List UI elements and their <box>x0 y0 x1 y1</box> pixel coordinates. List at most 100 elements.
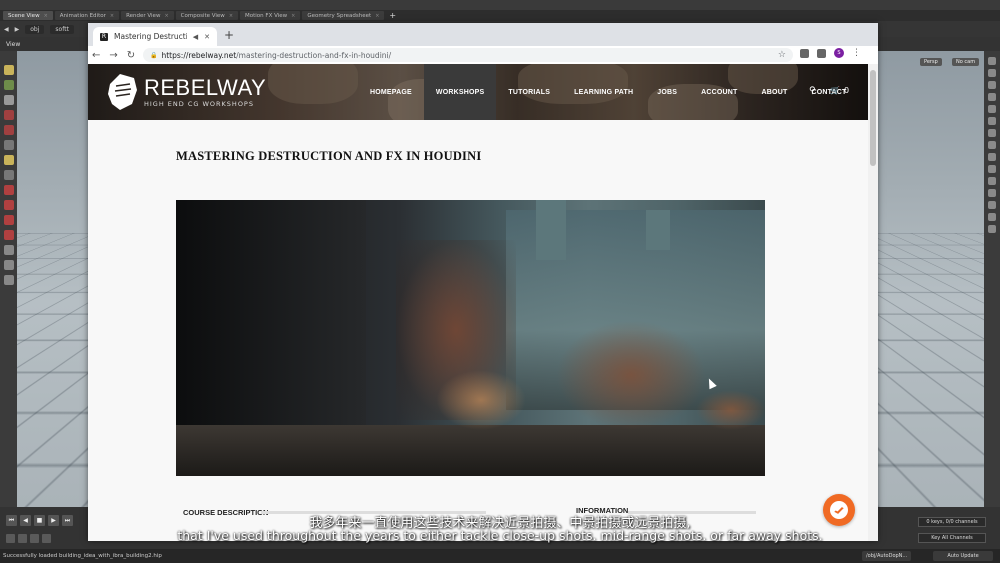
snap-grid-icon[interactable] <box>3 215 14 225</box>
browser-toolbar: ← → ↻ 🔒 https://rebelway.net/mastering-d… <box>88 46 878 64</box>
path-node[interactable]: softt <box>50 24 74 34</box>
status-bar: Successfully loaded building_idea_with_i… <box>0 549 1000 563</box>
course-video[interactable] <box>176 200 765 476</box>
speaker-icon[interactable]: ◀ <box>193 33 198 41</box>
view-label: View <box>6 40 21 48</box>
bookmark-star-icon[interactable]: ☆ <box>778 50 786 60</box>
auto-update-menu[interactable]: Auto Update <box>933 551 993 561</box>
cart-icon: 🛒 <box>830 86 840 95</box>
address-bar[interactable]: 🔒 https://rebelway.net/mastering-destruc… <box>143 48 793 62</box>
network-path-status[interactable]: /obj/AutoDopN... <box>862 551 912 561</box>
tab-animation-editor[interactable]: Animation Editor × <box>54 11 120 20</box>
close-icon[interactable]: × <box>375 13 379 19</box>
camera-menu[interactable]: No cam <box>952 58 980 66</box>
close-icon[interactable]: × <box>229 13 233 19</box>
nav-about[interactable]: ABOUT <box>750 64 800 120</box>
profile-avatar[interactable]: S <box>834 48 844 58</box>
move-tool-icon[interactable] <box>3 95 14 105</box>
video-tower <box>646 210 670 250</box>
tab-render-view[interactable]: Render View × <box>121 11 174 20</box>
scrollbar-thumb[interactable] <box>870 70 876 166</box>
display-option-icon[interactable] <box>988 129 996 137</box>
browser-tab-bar: R Mastering Destruction a ◀ ✕ + <box>88 23 878 46</box>
nav-learning-path[interactable]: LEARNING PATH <box>562 64 645 120</box>
rotate-tool-icon[interactable] <box>3 110 14 120</box>
nav-workshops[interactable]: WORKSHOPS <box>423 64 497 120</box>
close-icon[interactable]: × <box>110 13 114 19</box>
persp-menu[interactable]: Persp <box>920 58 942 66</box>
left-tool-strip <box>0 51 17 507</box>
site-header: REBELWAY HIGH END CG WORKSHOPS HOMEPAGE … <box>88 64 868 120</box>
display-option-icon[interactable] <box>988 81 996 89</box>
magnet-icon[interactable] <box>3 185 14 195</box>
display-option-icon[interactable] <box>988 57 996 65</box>
display-option-icon[interactable] <box>988 201 996 209</box>
display-option-icon[interactable] <box>988 153 996 161</box>
light-icon[interactable] <box>3 275 14 285</box>
favicon-icon: R <box>100 32 108 41</box>
kebab-menu-icon[interactable]: ⋮ <box>852 48 861 58</box>
tab-geometry-spreadsheet[interactable]: Geometry Spreadsheet × <box>302 11 385 20</box>
lock-icon[interactable]: 🔒 <box>150 52 157 59</box>
scale-tool-icon[interactable] <box>3 125 14 135</box>
nav-tutorials[interactable]: TUTORIALS <box>496 64 562 120</box>
display-option-icon[interactable] <box>988 141 996 149</box>
new-tab-button[interactable]: + <box>224 28 234 42</box>
display-option-icon[interactable] <box>988 213 996 221</box>
display-option-icon[interactable] <box>988 189 996 197</box>
camera-icon[interactable] <box>3 260 14 270</box>
nav-homepage[interactable]: HOMEPAGE <box>358 64 424 120</box>
close-icon[interactable]: × <box>44 13 48 19</box>
logo-text-group: REBELWAY HIGH END CG WORKSHOPS <box>144 76 266 108</box>
display-option-icon[interactable] <box>988 165 996 173</box>
tab-composite-view[interactable]: Composite View × <box>175 11 239 20</box>
reload-icon[interactable]: ↻ <box>127 50 135 61</box>
search-icon[interactable]: ⚲ <box>809 86 816 96</box>
display-option-icon[interactable] <box>988 177 996 185</box>
extension-area: S ⋮ <box>800 48 861 58</box>
video-debris <box>556 320 706 430</box>
extension-icon[interactable] <box>817 48 826 58</box>
cart-count: 0 <box>843 86 850 95</box>
display-option-icon[interactable] <box>988 105 996 113</box>
right-tool-strip <box>984 51 1000 507</box>
close-icon[interactable]: × <box>291 13 295 19</box>
nav-account[interactable]: ACCOUNT <box>689 64 749 120</box>
video-debris <box>696 390 765 430</box>
page-title: MASTERING DESTRUCTION AND FX IN HOUDINI <box>176 149 482 163</box>
tab-scene-view[interactable]: Scene View × <box>3 11 53 20</box>
select-tool-icon[interactable] <box>3 65 14 75</box>
brush-tool-icon[interactable] <box>3 155 14 165</box>
extension-shield-icon[interactable] <box>800 48 809 58</box>
display-option-icon[interactable] <box>988 93 996 101</box>
handle-tool-icon[interactable] <box>3 80 14 90</box>
forward-icon[interactable]: ▶ <box>15 26 20 33</box>
snap-icon[interactable] <box>3 200 14 210</box>
render-icon[interactable] <box>3 245 14 255</box>
page-scrollbar[interactable] <box>868 64 878 541</box>
nav-jobs[interactable]: JOBS <box>645 64 689 120</box>
forward-arrow-icon[interactable]: → <box>109 50 117 61</box>
back-icon[interactable]: ◀ <box>4 26 9 33</box>
browser-window: R Mastering Destruction a ◀ ✕ + ← → ↻ 🔒 … <box>88 23 878 541</box>
logo-tagline: HIGH END CG WORKSHOPS <box>144 99 254 108</box>
display-option-icon[interactable] <box>988 69 996 77</box>
close-icon[interactable]: × <box>164 13 168 19</box>
web-page: REBELWAY HIGH END CG WORKSHOPS HOMEPAGE … <box>88 64 868 541</box>
url-path: /mastering-destruction-and-fx-in-houdini… <box>236 50 392 60</box>
display-option-icon[interactable] <box>988 117 996 125</box>
cart-button[interactable]: 🛒 0 <box>830 86 849 95</box>
display-option-icon[interactable] <box>988 225 996 233</box>
add-tab-icon[interactable]: + <box>386 11 399 20</box>
browser-tab[interactable]: R Mastering Destruction a ◀ ✕ <box>93 27 217 46</box>
view-tool-icon[interactable] <box>3 170 14 180</box>
main-nav: HOMEPAGE WORKSHOPS TUTORIALS LEARNING PA… <box>358 64 859 120</box>
snap-point-icon[interactable] <box>3 230 14 240</box>
video-tower <box>536 200 566 260</box>
close-tab-icon[interactable]: ✕ <box>204 33 210 41</box>
site-logo[interactable]: REBELWAY HIGH END CG WORKSHOPS <box>104 70 266 114</box>
back-arrow-icon[interactable]: ← <box>92 50 100 61</box>
path-obj[interactable]: obj <box>25 24 45 34</box>
tab-motion-fx-view[interactable]: Motion FX View × <box>240 11 301 20</box>
pose-tool-icon[interactable] <box>3 140 14 150</box>
